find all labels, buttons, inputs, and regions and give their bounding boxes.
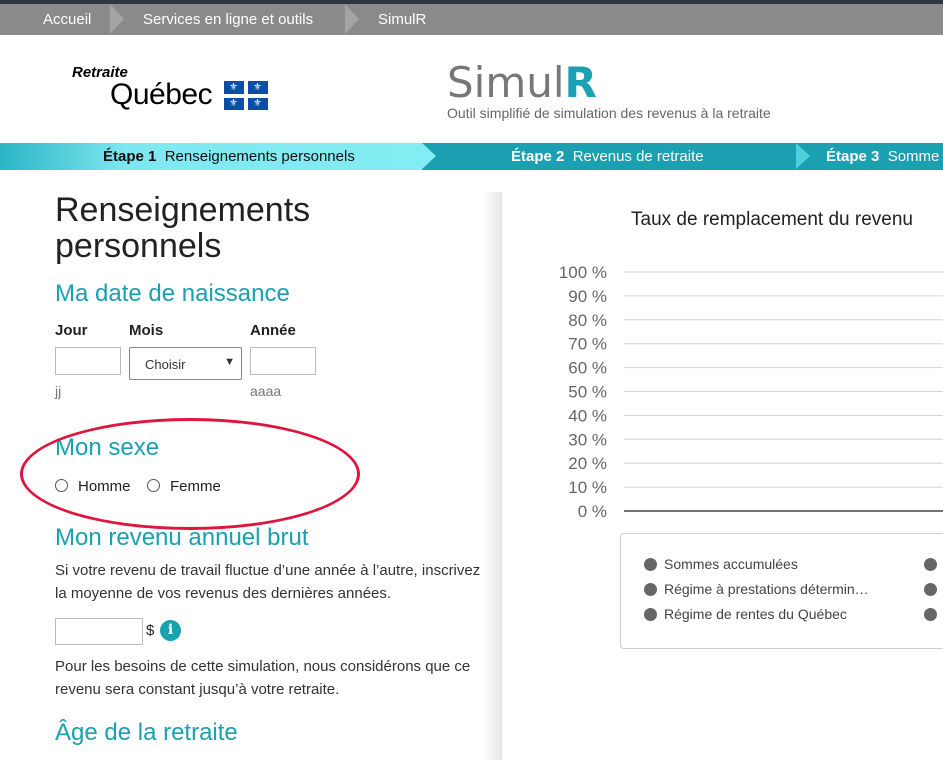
year-hint: aaaa: [250, 383, 282, 399]
legend-item: Régime de rentes du Québec: [664, 606, 847, 622]
retirement-heading: Âge de la retraite: [55, 719, 238, 746]
chart-title: Taux de remplacement du revenu: [631, 209, 913, 230]
app-title: SimulR: [447, 58, 597, 107]
step-2[interactable]: Étape 2 Revenus de retraite: [511, 143, 704, 170]
logo-big-text: Québec: [110, 78, 213, 111]
y-tick-label: 20 %: [568, 454, 607, 473]
annotation-circle: [20, 418, 360, 530]
y-tick-label: 100 %: [559, 263, 607, 282]
breadcrumb-current: SimulR: [378, 11, 427, 28]
y-tick-label: 30 %: [568, 430, 607, 449]
step-1[interactable]: Étape 1 Renseignements personnels: [103, 143, 355, 170]
legend-dot: [644, 558, 657, 571]
month-label: Mois: [129, 322, 164, 339]
y-tick-label: 90 %: [568, 287, 607, 306]
income-input[interactable]: [55, 618, 143, 645]
breadcrumb-separator: [110, 4, 124, 34]
y-tick-label: 80 %: [568, 311, 607, 330]
day-hint: jj: [55, 383, 62, 399]
chart-legend: Sommes accumulées Régime à prestations d…: [620, 533, 943, 649]
y-tick-label: 10 %: [568, 478, 607, 497]
y-tick-label: 50 %: [568, 383, 607, 402]
legend-dot: [924, 583, 937, 596]
quebec-flag-icon: ⚜ ⚜ ⚜ ⚜: [224, 81, 268, 110]
breadcrumb-home[interactable]: Accueil: [43, 4, 91, 35]
month-select[interactable]: Choisir ▼: [129, 347, 242, 380]
y-tick-label: 60 %: [568, 359, 607, 378]
y-tick-label: 40 %: [568, 406, 607, 425]
currency-label: $: [146, 622, 155, 639]
chart: 100 % 90 % 80 % 70 % 60 % 50 % 40 % 30 % 20 % 10 …: [559, 263, 943, 521]
breadcrumb: Accueil Services en ligne et outils Simu…: [0, 4, 943, 35]
day-label: Jour: [55, 322, 88, 339]
page-title: Renseignements personnels: [55, 191, 311, 265]
year-input[interactable]: [250, 347, 316, 375]
birthdate-heading: Ma date de naissance: [55, 280, 290, 307]
chevron-down-icon: ▼: [224, 356, 235, 368]
info-icon[interactable]: i: [160, 620, 181, 641]
income-note: Pour les besoins de cette simulation, no…: [55, 658, 471, 698]
income-intro: Si votre revenu de travail fluctue d’une…: [55, 562, 481, 602]
y-tick-label: 70 %: [568, 335, 607, 354]
legend-item: Régime à prestations détermin…: [664, 581, 869, 597]
year-label: Année: [250, 322, 296, 339]
step-3[interactable]: Étape 3 Somme: [826, 143, 939, 170]
panel-divider: [482, 192, 502, 760]
legend-item: Sommes accumulées: [664, 556, 798, 572]
step-progress-bar: Étape 1 Renseignements personnels Étape …: [0, 143, 943, 170]
app-subtitle: Outil simplifié de simulation des revenu…: [447, 105, 771, 121]
day-input[interactable]: [55, 347, 121, 375]
legend-dot: [924, 558, 937, 571]
legend-dot: [644, 583, 657, 596]
breadcrumb-services[interactable]: Services en ligne et outils: [143, 4, 313, 35]
y-tick-label: 0 %: [578, 502, 607, 521]
legend-dot: [644, 608, 657, 621]
legend-dot: [924, 608, 937, 621]
breadcrumb-separator: [345, 4, 359, 34]
